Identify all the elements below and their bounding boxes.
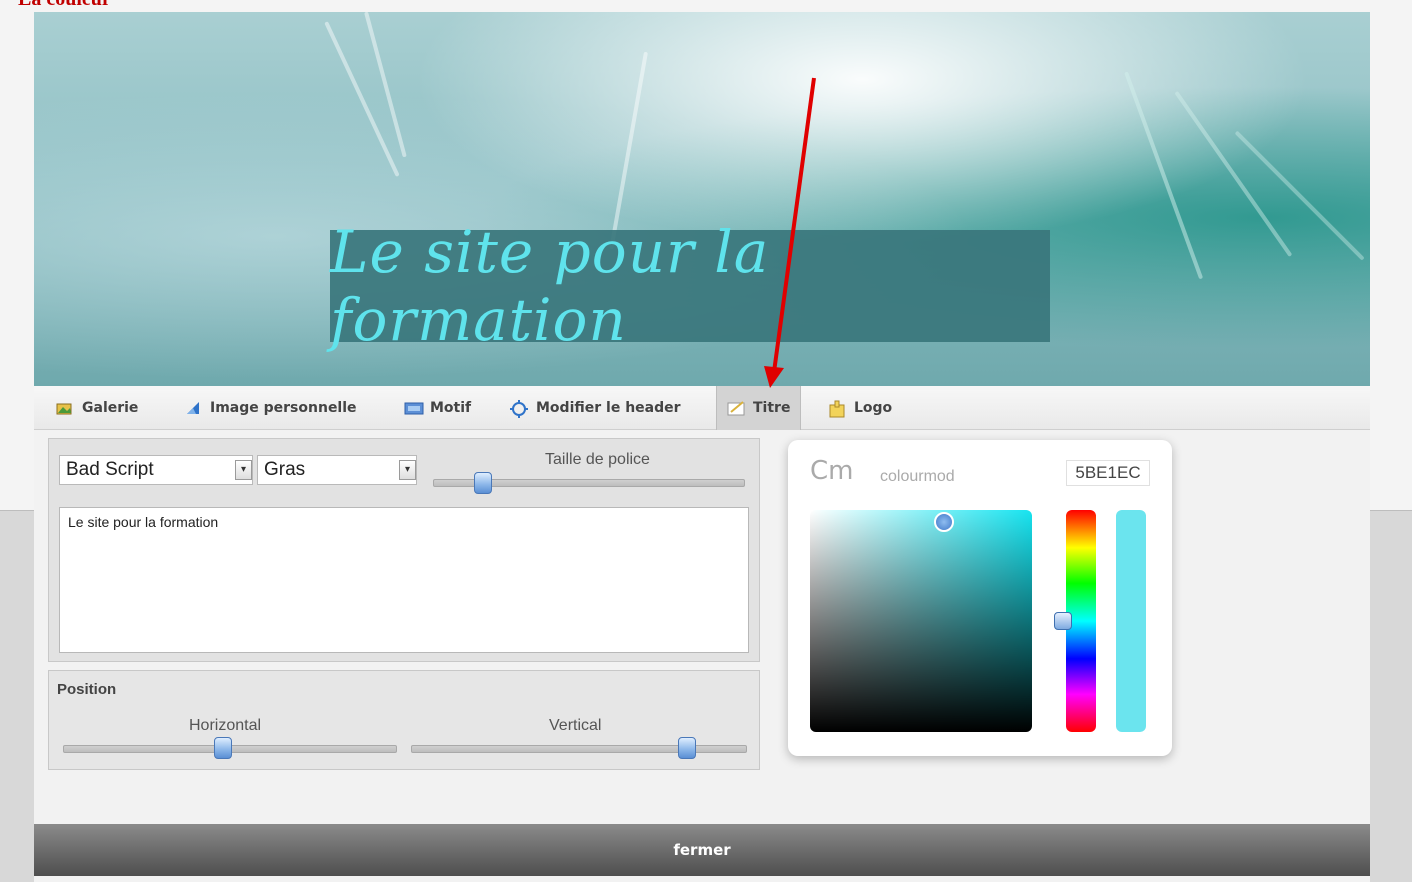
chevron-down-icon: ▾ [235,460,252,480]
title-text-input[interactable]: Le site pour la formation [59,507,749,653]
tab-galerie[interactable]: Galerie [56,386,138,430]
saturation-value-thumb[interactable] [934,512,954,532]
title-icon [727,400,745,416]
tab-label: Titre [753,400,791,416]
tab-label: Logo [854,400,893,416]
tab-label: Modifier le header [536,400,681,416]
tab-modifier-le-header[interactable]: Modifier le header [510,386,681,430]
font-size-label: Taille de police [545,451,650,468]
personal-image-icon [184,400,202,416]
colour-picker: Cm colourmod 5BE1EC [788,440,1172,756]
footer-bar: fermer [34,824,1370,876]
vertical-slider-thumb[interactable] [677,737,696,759]
chevron-down-icon: ▾ [399,460,416,480]
tab-logo[interactable]: Logo [828,386,892,430]
tab-image-personnelle[interactable]: Image personnelle [184,386,357,430]
title-banner: Le site pour la formation [330,218,1050,354]
tab-label: Motif [430,400,472,416]
tab-label: Galerie [82,400,139,416]
logo-icon [828,400,846,418]
saturation-value-area[interactable] [810,510,1032,732]
pattern-icon [404,400,424,416]
colourmod-logo: Cm [810,456,854,486]
tab-bar: Galerie Image personnelle Motif Modifier… [34,386,1370,430]
hex-input[interactable]: 5BE1EC [1066,460,1150,486]
hue-slider-thumb[interactable] [1054,612,1072,630]
tab-label: Image personnelle [210,400,357,416]
font-size-slider-thumb[interactable] [473,472,492,494]
tab-motif[interactable]: Motif [404,386,471,430]
header-image: Le site pour la formation [34,12,1370,386]
weight-select-value: Gras [264,459,306,480]
vertical-label: Vertical [549,717,602,734]
colourmod-brand: colourmod [880,468,955,485]
edit-header-icon [510,400,528,418]
tab-titre[interactable]: Titre [716,386,802,430]
header-editor-window: Le site pour la formation Galerie Image … [34,12,1370,882]
horizontal-slider-thumb[interactable] [214,737,233,759]
vertical-slider[interactable] [411,745,747,753]
page-caption: La couleur [18,0,111,11]
position-panel: Position Horizontal Vertical [48,670,760,770]
gallery-icon [56,400,74,416]
font-select-value: Bad Script [66,459,154,480]
horizontal-label: Horizontal [189,717,262,734]
close-button[interactable]: fermer [673,841,730,859]
title-editor-panel: Bad Script ▾ Gras ▾ Taille de police Le … [48,438,760,662]
colour-preview [1116,510,1146,732]
header-title: Le site pour la formation [330,218,770,354]
font-select[interactable]: Bad Script ▾ [59,455,253,485]
position-heading: Position [57,681,117,698]
weight-select[interactable]: Gras ▾ [257,455,417,485]
